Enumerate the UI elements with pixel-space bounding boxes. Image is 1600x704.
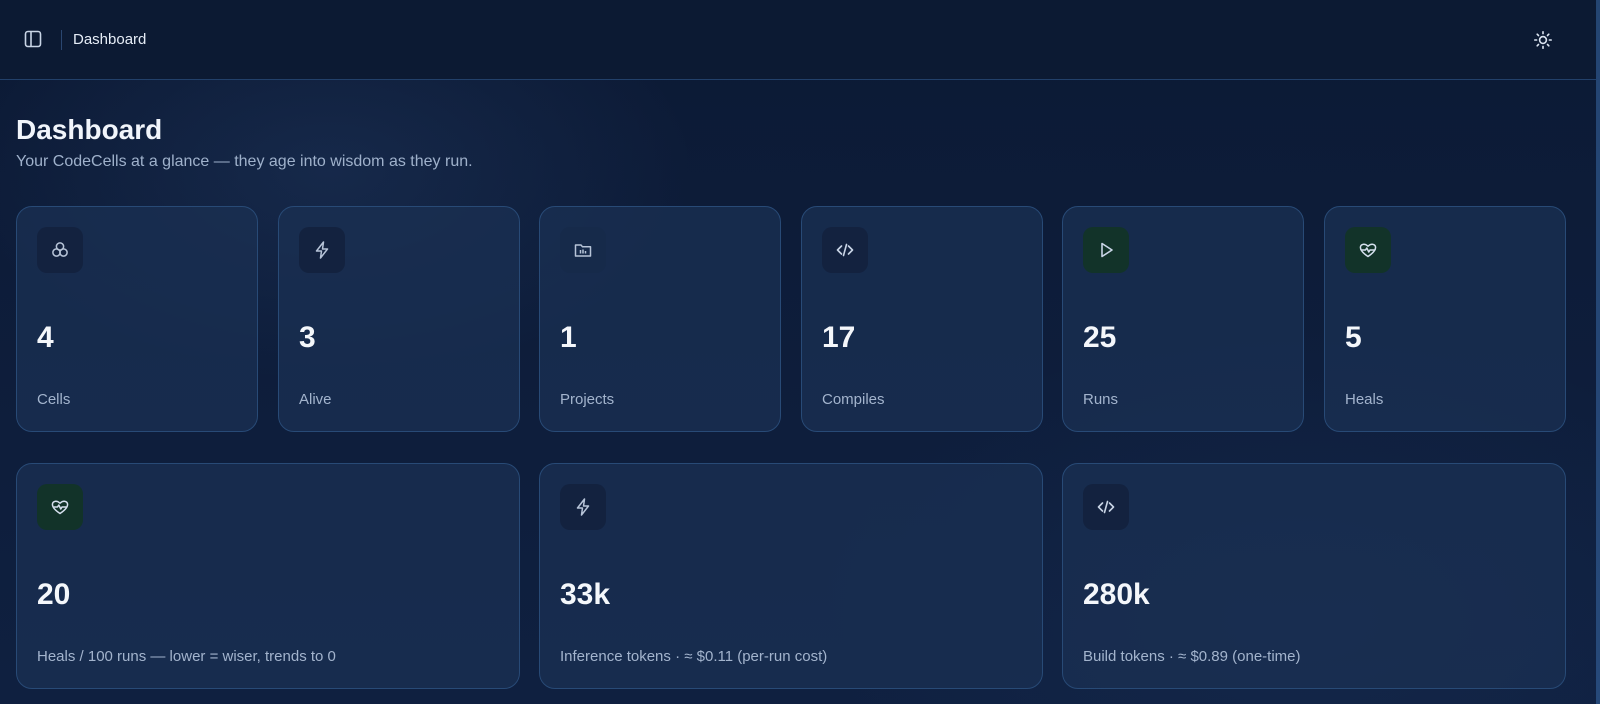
stat-label: Heals — [1345, 391, 1384, 408]
breadcrumb[interactable]: Dashboard — [73, 31, 146, 48]
code-icon — [822, 227, 868, 273]
metric-label: Build tokens · ≈ $0.89 (one-time) — [1083, 648, 1301, 665]
stat-label: Alive — [299, 391, 332, 408]
stat-label: Projects — [560, 391, 615, 408]
sun-icon — [1533, 30, 1553, 50]
stat-card-runs[interactable]: 25 Runs — [1062, 206, 1304, 432]
stat-card-heals[interactable]: 5 Heals — [1324, 206, 1566, 432]
metric-card-heal-rate[interactable]: 20 Heals / 100 runs — lower = wiser, tre… — [16, 463, 520, 689]
stat-label: Runs — [1083, 391, 1119, 408]
lightning-icon — [299, 227, 345, 273]
stat-value: 4 — [37, 321, 54, 354]
heart-pulse-icon — [1345, 227, 1391, 273]
stat-label: Compiles — [822, 391, 885, 408]
stat-label: Cells — [37, 391, 71, 408]
page-title: Dashboard — [16, 114, 163, 145]
heart-pulse-icon — [37, 484, 83, 530]
stat-value: 1 — [560, 321, 577, 354]
stat-card-cells[interactable]: 4 Cells — [16, 206, 258, 432]
stat-value: 3 — [299, 321, 316, 354]
metric-card-inference-tokens[interactable]: 33k Inference tokens · ≈ $0.11 (per-run … — [539, 463, 1043, 689]
metric-value: 280k — [1083, 578, 1150, 611]
sidebar-toggle-button[interactable] — [22, 28, 44, 50]
header-divider — [61, 30, 62, 50]
metric-card-build-tokens[interactable]: 280k Build tokens · ≈ $0.89 (one-time) — [1062, 463, 1566, 689]
stat-card-alive[interactable]: 3 Alive — [278, 206, 520, 432]
stat-card-projects[interactable]: 1 Projects — [539, 206, 781, 432]
cells-icon — [37, 227, 83, 273]
page-subtitle: Your CodeCells at a glance — they age in… — [16, 153, 473, 170]
theme-toggle-button[interactable] — [1531, 28, 1555, 52]
code-icon — [1083, 484, 1129, 530]
lightning-icon — [560, 484, 606, 530]
metric-label: Inference tokens · ≈ $0.11 (per-run cost… — [560, 648, 828, 665]
stat-card-compiles[interactable]: 17 Compiles — [801, 206, 1043, 432]
sidebar-panel-icon — [23, 29, 43, 49]
scrollbar[interactable] — [1596, 0, 1600, 704]
metric-label: Heals / 100 runs — lower = wiser, trends… — [37, 648, 336, 665]
folder-icon — [560, 227, 606, 273]
metric-value: 20 — [37, 578, 71, 611]
top-bar: Dashboard — [0, 0, 1596, 80]
metric-value: 33k — [560, 578, 611, 611]
stat-value: 25 — [1083, 321, 1117, 354]
play-icon — [1083, 227, 1129, 273]
stat-value: 17 — [822, 321, 856, 354]
stat-value: 5 — [1345, 321, 1362, 354]
